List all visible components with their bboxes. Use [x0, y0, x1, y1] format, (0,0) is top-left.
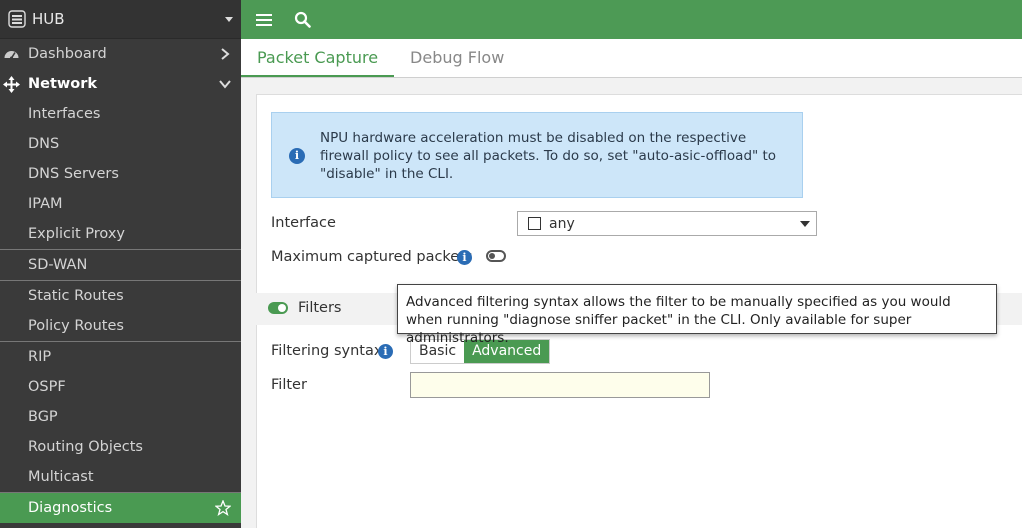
sidebar-item-routing-objects[interactable]: Routing Objects: [0, 432, 241, 462]
sidebar-item-interfaces[interactable]: Interfaces: [0, 99, 241, 129]
search-button[interactable]: [291, 9, 313, 31]
interface-select[interactable]: any: [517, 211, 817, 236]
sidebar-item-static-routes[interactable]: Static Routes: [0, 281, 241, 311]
chevron-down-icon: [225, 16, 233, 22]
sidebar-item-label: Multicast: [28, 469, 94, 485]
info-message-box: i NPU hardware acceleration must be disa…: [271, 112, 803, 198]
filter-label: Filter: [271, 377, 307, 393]
filters-label: Filters: [298, 300, 342, 316]
sidebar-item-label: BGP: [28, 409, 58, 425]
device-name: HUB: [32, 10, 65, 28]
sidebar-item-label: Interfaces: [28, 106, 101, 122]
sidebar-item-label: SD-WAN: [28, 257, 88, 273]
top-toolbar: [241, 0, 1022, 39]
sidebar-item-label: Explicit Proxy: [28, 226, 126, 242]
filters-toggle[interactable]: [268, 302, 288, 314]
sidebar-item-label: DNS Servers: [28, 166, 119, 182]
max-packets-toggle[interactable]: [486, 250, 506, 262]
max-packets-label: Maximum captured packets: [271, 249, 473, 265]
sidebar-item-dashboard[interactable]: Dashboard: [0, 39, 241, 69]
sidebar-item-diagnostics[interactable]: Diagnostics: [0, 493, 241, 523]
tab-bar: Packet Capture Debug Flow: [241, 39, 1022, 78]
sidebar-item-label: Network: [28, 76, 98, 92]
caret-down-icon: [800, 220, 810, 227]
sidebar-item-ipam[interactable]: IPAM: [0, 189, 241, 219]
sidebar-item-label: DNS: [28, 136, 60, 152]
sidebar-item-label: Diagnostics: [28, 500, 113, 516]
sidebar-item-bgp[interactable]: BGP: [0, 402, 241, 432]
sidebar-item-dns[interactable]: DNS: [0, 129, 241, 159]
checkbox-icon: [528, 217, 541, 230]
info-message-text: NPU hardware acceleration must be disabl…: [320, 130, 777, 182]
interface-select-value: any: [549, 215, 575, 232]
interface-label: Interface: [271, 215, 336, 231]
toggle-knob: [489, 253, 495, 259]
sidebar-item-label: RIP: [28, 349, 52, 365]
search-icon: [294, 11, 311, 28]
dashboard-gauge-icon: [4, 51, 19, 60]
info-icon: i: [289, 148, 305, 164]
chevron-right-icon: [221, 48, 230, 60]
chevron-down-icon: [219, 80, 231, 89]
fortigate-device-icon: [8, 10, 26, 28]
info-icon[interactable]: i: [457, 250, 472, 265]
sidebar-item-ospf[interactable]: OSPF: [0, 372, 241, 402]
info-icon[interactable]: i: [378, 344, 393, 359]
toggle-knob: [278, 304, 286, 312]
sidebar-item-label: IPAM: [28, 196, 63, 212]
sidebar-item-dns-servers[interactable]: DNS Servers: [0, 159, 241, 189]
sidebar-item-rip[interactable]: RIP: [0, 342, 241, 372]
advanced-syntax-tooltip: Advanced filtering syntax allows the fil…: [397, 284, 997, 346]
sidebar-item-explicit-proxy[interactable]: Explicit Proxy: [0, 219, 241, 249]
tab-packet-capture[interactable]: Packet Capture: [241, 39, 395, 77]
hamburger-menu-icon: [256, 13, 272, 26]
sidebar-item-policy-routes[interactable]: Policy Routes: [0, 311, 241, 341]
sidebar-item-label: Policy Routes: [28, 318, 124, 334]
menu-toggle-button[interactable]: [253, 9, 275, 31]
sidebar-item-label: Dashboard: [28, 46, 107, 62]
tab-debug-flow[interactable]: Debug Flow: [394, 39, 520, 77]
sidebar-item-multicast[interactable]: Multicast: [0, 462, 241, 492]
star-favorite-icon[interactable]: [215, 500, 231, 516]
device-selector[interactable]: HUB: [0, 0, 241, 39]
sidebar-item-network[interactable]: Network: [0, 69, 241, 99]
filtering-syntax-label: Filtering syntax: [271, 343, 383, 359]
network-arrows-icon: [3, 76, 20, 93]
sidebar-item-sd-wan[interactable]: SD-WAN: [0, 250, 241, 280]
filter-input[interactable]: [410, 372, 710, 398]
sidebar-item-label: Routing Objects: [28, 439, 143, 455]
sidebar-item-label: OSPF: [28, 379, 66, 395]
sidebar: HUB Dashboard Network Interfaces DNS DNS…: [0, 0, 241, 528]
sidebar-item-label: Static Routes: [28, 288, 124, 304]
